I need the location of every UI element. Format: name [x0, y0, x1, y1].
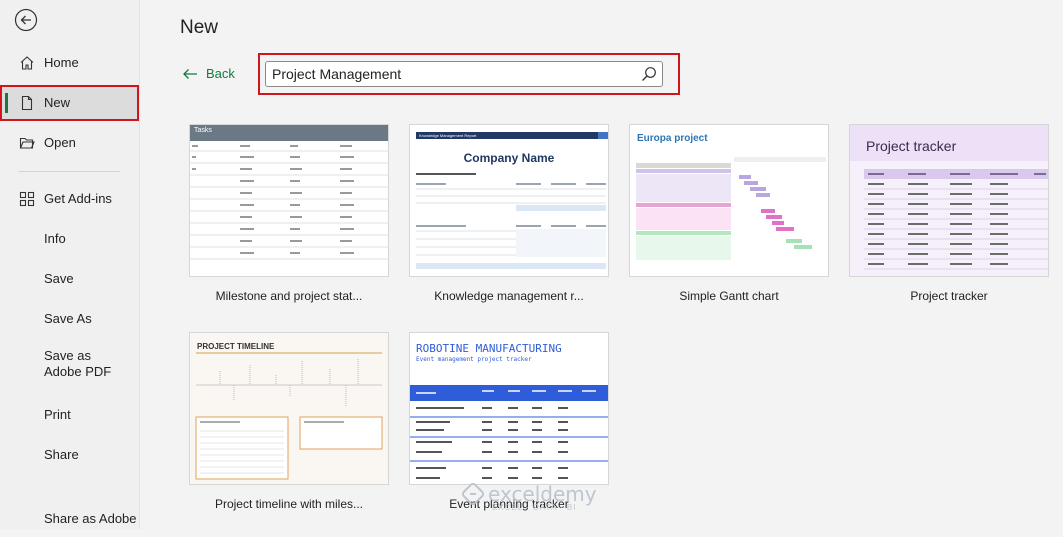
- home-icon: [18, 54, 36, 72]
- thumb-subtitle: Event management project tracker: [416, 356, 532, 363]
- sidebar-item-label: Share: [44, 447, 79, 462]
- exceldemy-logo-icon: [462, 483, 484, 505]
- template-thumbnail: Knowledge Management Report Company Name: [409, 124, 609, 277]
- template-search-input[interactable]: [266, 62, 636, 86]
- thumb-title: Project tracker: [866, 138, 957, 154]
- template-thumbnail: Europa project: [629, 124, 829, 277]
- template-card-label: Knowledge management r...: [434, 289, 584, 303]
- thumb-event-table-graphic: [410, 385, 608, 479]
- thumb-title: PROJECT TIMELINE: [197, 342, 275, 351]
- sidebar-item-get-add-ins[interactable]: Get Add-ins: [0, 181, 139, 217]
- template-thumbnail: PROJECT TIMELINE: [189, 332, 389, 485]
- template-card-label: Project timeline with miles...: [214, 497, 364, 511]
- sidebar-item-save[interactable]: Save: [0, 261, 139, 297]
- sidebar-item-label: Save as Adobe PDF: [44, 348, 112, 379]
- sidebar-item-home[interactable]: Home: [0, 45, 139, 81]
- thumb-timeline-graphic: [195, 352, 383, 480]
- sidebar-item-save-as[interactable]: Save As: [0, 301, 139, 337]
- sidebar-item-label: Save As: [44, 311, 92, 326]
- sidebar-item-info[interactable]: Info: [0, 221, 139, 257]
- sidebar-item-label: Info: [44, 231, 66, 246]
- template-search-field: [265, 61, 663, 87]
- watermark-subtext: EXCEL · DATA · BI: [492, 503, 577, 512]
- sidebar-item-label: Get Add-ins: [44, 191, 112, 206]
- template-card-label: Milestone and project stat...: [215, 289, 363, 303]
- sidebar-item-print[interactable]: Print: [0, 397, 139, 433]
- sidebar-item-label: Print: [44, 407, 71, 422]
- thumb-title: ROBOTINE MANUFACTURING: [416, 342, 562, 355]
- sidebar-item-label: Home: [44, 55, 79, 70]
- template-card-label: Project tracker: [910, 289, 988, 303]
- left-arrow-icon: [183, 68, 197, 79]
- sidebar-item-share[interactable]: Share: [0, 437, 139, 473]
- search-icon: [642, 67, 656, 81]
- sidebar-item-share-as-adobe[interactable]: Share as Adobe: [0, 501, 139, 537]
- thumb-report-graphic: [416, 173, 606, 269]
- back-arrow-icon[interactable]: [14, 8, 38, 32]
- backstage-sidebar: Home New Open Get Add-ins Info Save Save…: [0, 0, 140, 529]
- sidebar-item-label: New: [44, 95, 71, 110]
- template-thumbnail: Tasks: [189, 124, 389, 277]
- sidebar-item-open[interactable]: Open: [0, 125, 139, 161]
- sidebar-item-label: Open: [44, 135, 76, 150]
- sidebar-item-save-as-adobe-pdf[interactable]: Save as Adobe PDF: [0, 348, 139, 388]
- add-ins-icon: [18, 190, 36, 208]
- template-thumbnail: ROBOTINE MANUFACTURING Event management …: [409, 332, 609, 485]
- search-highlight-box: [258, 53, 680, 95]
- sidebar-item-new[interactable]: New: [0, 85, 139, 121]
- page-title: New: [180, 17, 219, 38]
- template-card-label: Simple Gantt chart: [679, 289, 779, 303]
- thumb-gantt-graphic: [636, 157, 826, 260]
- thumb-title: Company Name: [463, 151, 555, 165]
- folder-open-icon: [18, 134, 36, 152]
- template-thumbnail: Project tracker: [849, 124, 1049, 277]
- sidebar-item-label: Save: [44, 271, 74, 286]
- thumb-header: Knowledge Management Report: [419, 133, 477, 138]
- sidebar-item-label: Share as Adobe: [44, 511, 137, 526]
- sidebar-divider: [18, 171, 120, 172]
- thumb-title: Tasks: [194, 127, 212, 134]
- new-document-icon: [18, 94, 36, 112]
- search-button[interactable]: [636, 62, 662, 86]
- thumb-table-graphic: [190, 145, 388, 260]
- thumb-title: Europa project: [637, 133, 708, 144]
- back-button[interactable]: Back: [182, 66, 235, 81]
- back-label: Back: [206, 66, 235, 81]
- thumb-tracker-table-graphic: [864, 169, 1048, 270]
